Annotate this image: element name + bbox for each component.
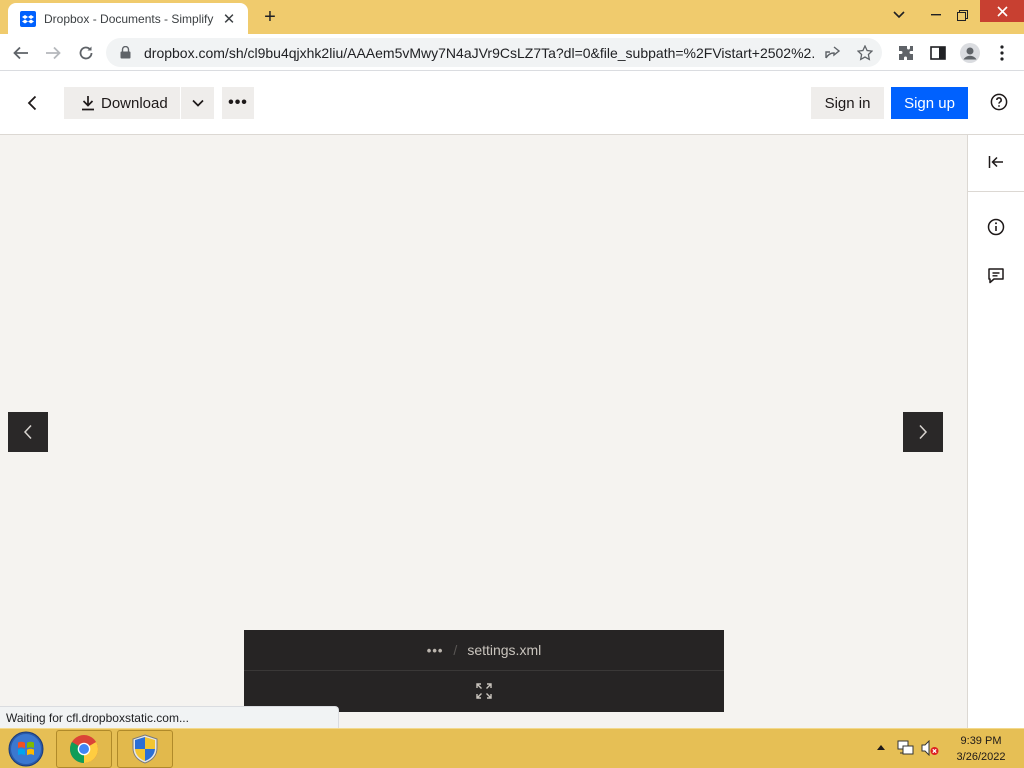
- chevron-right-icon: [919, 424, 928, 440]
- window-close-button[interactable]: [980, 0, 1024, 22]
- download-icon: [82, 96, 94, 111]
- browser-tab[interactable]: Dropbox - Documents - Simplify ✕: [8, 3, 248, 34]
- dropbox-header: Download ••• Sign in Sign up: [0, 71, 1024, 135]
- chevron-left-icon[interactable]: [18, 89, 46, 117]
- clock-date: 3/26/2022: [956, 751, 1006, 763]
- address-bar[interactable]: dropbox.com/sh/cl9bu4qjxhk2liu/AAAem5vMw…: [106, 38, 882, 67]
- forward-arrow-icon[interactable]: [40, 40, 66, 66]
- fullscreen-icon: [476, 683, 492, 699]
- lock-icon[interactable]: [118, 46, 132, 60]
- url-text: dropbox.com/sh/cl9bu4qjxhk2liu/AAAem5vMw…: [144, 44, 816, 61]
- close-icon[interactable]: ✕: [220, 10, 238, 28]
- browser-toolbar: dropbox.com/sh/cl9bu4qjxhk2liu/AAAem5vMw…: [0, 34, 1024, 71]
- help-icon[interactable]: [988, 91, 1010, 113]
- file-preview-area: ••• / settings.xml: [0, 135, 967, 728]
- next-file-button[interactable]: [903, 412, 943, 452]
- download-group: Download: [64, 87, 214, 119]
- network-icon[interactable]: [896, 739, 916, 757]
- previous-file-button[interactable]: [8, 412, 48, 452]
- info-icon[interactable]: [985, 216, 1007, 238]
- download-label: Download: [101, 94, 168, 112]
- download-button[interactable]: Download: [64, 87, 180, 119]
- shield-icon: [132, 734, 158, 764]
- browser-tabstrip: Dropbox - Documents - Simplify ✕ +: [0, 0, 1024, 34]
- back-arrow-icon[interactable]: [8, 40, 34, 66]
- reload-icon[interactable]: [73, 40, 99, 66]
- extensions-icon[interactable]: [893, 40, 919, 66]
- chevron-down-icon: [191, 99, 204, 107]
- rail-divider: [968, 191, 1024, 192]
- sign-in-button[interactable]: Sign in: [811, 87, 884, 119]
- chevron-down-icon[interactable]: [884, 0, 914, 30]
- clock-time: 9:39 PM: [960, 735, 1002, 747]
- profile-icon[interactable]: [957, 40, 983, 66]
- chrome-taskbar-button[interactable]: [56, 730, 112, 768]
- kebab-icon[interactable]: [989, 40, 1015, 66]
- security-taskbar-button[interactable]: [117, 730, 173, 768]
- sign-up-button[interactable]: Sign up: [891, 87, 968, 119]
- share-icon[interactable]: [824, 44, 842, 62]
- volume-muted-icon[interactable]: [920, 739, 940, 757]
- windows-start-icon[interactable]: [6, 731, 46, 767]
- file-info-bar: ••• / settings.xml: [244, 630, 724, 712]
- new-tab-button[interactable]: +: [258, 6, 282, 30]
- star-icon[interactable]: [856, 44, 874, 62]
- download-options-button[interactable]: [181, 87, 214, 119]
- show-hidden-icons-button[interactable]: [874, 739, 888, 755]
- windows-taskbar: 9:39 PM 3/26/2022: [0, 728, 1024, 768]
- breadcrumb-overflow-button[interactable]: •••: [427, 643, 444, 658]
- comment-icon[interactable]: [985, 265, 1007, 287]
- chrome-icon: [70, 735, 98, 763]
- minimize-icon[interactable]: [920, 0, 952, 30]
- fullscreen-button[interactable]: [244, 671, 724, 711]
- collapse-panel-icon[interactable]: [985, 151, 1007, 173]
- right-rail: [967, 135, 1024, 728]
- sidepanel-icon[interactable]: [925, 40, 951, 66]
- file-breadcrumb: ••• / settings.xml: [244, 630, 724, 671]
- restore-icon[interactable]: [950, 0, 974, 30]
- breadcrumb-separator: /: [453, 642, 458, 658]
- file-name: settings.xml: [467, 642, 542, 658]
- taskbar-clock[interactable]: 9:39 PM 3/26/2022: [948, 733, 1014, 765]
- chevron-left-icon: [23, 424, 32, 440]
- more-actions-button[interactable]: •••: [222, 87, 254, 119]
- status-bubble: Waiting for cfl.dropboxstatic.com...: [0, 706, 339, 728]
- dropbox-icon: [20, 10, 36, 27]
- tab-title: Dropbox - Documents - Simplify: [44, 11, 214, 26]
